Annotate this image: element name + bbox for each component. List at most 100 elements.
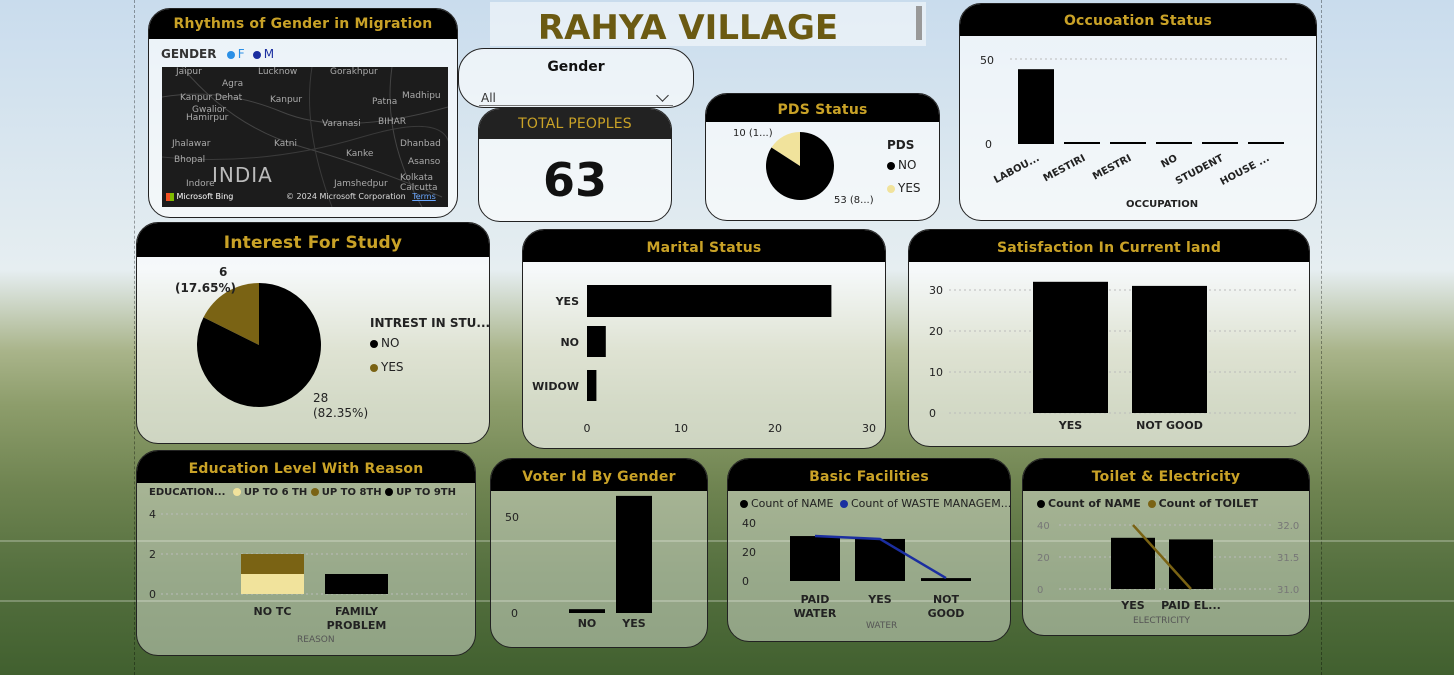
map-place-label: Hamirpur: [186, 113, 229, 123]
x-tick-label: 0: [584, 422, 591, 435]
toilet-combo-chart[interactable]: 40 20 0 32.0 31.5 31.0 YES PAID EL...: [1023, 459, 1310, 636]
x-tick-label: 30: [862, 422, 876, 435]
pds-legend-no: NO: [887, 158, 916, 172]
occupation-status-card: Occuoation Status LABOU... MESTIRI MESTRI N…: [959, 3, 1317, 221]
x-tick-label: MESTRI: [1091, 153, 1133, 183]
y2-tick-label: 31.5: [1277, 553, 1299, 564]
map-place-label: Jamshedpur: [334, 179, 388, 189]
y-tick-label: 20: [929, 325, 943, 338]
card-title: Rhythms of Gender in Migration: [149, 9, 457, 39]
x-axis-title: REASON: [297, 635, 335, 645]
education-bar-segment: [325, 574, 388, 594]
occupation-bar: [1064, 142, 1100, 144]
education-stacked-bar-chart[interactable]: 4 2 0 NO TC FAMILYPROBLEM: [137, 451, 476, 656]
legend-dot: [370, 363, 378, 372]
x-tick-label: NO: [578, 617, 597, 630]
map-legend: GENDER F M: [161, 47, 274, 61]
voter-id-card: Voter Id By Gender 50 0 NO YES: [490, 458, 708, 648]
occupation-bar-chart[interactable]: LABOU... MESTIRI MESTRI NOSTUDENTHOUSE ...: [960, 4, 1317, 221]
x-tick-label: PAID EL...: [1161, 599, 1221, 612]
legend-label: NO: [381, 336, 400, 350]
y-category-label: YES: [555, 295, 579, 308]
map-place-label: Lucknow: [258, 67, 298, 77]
y-tick-label: 20: [742, 546, 756, 559]
map-place-label: Gorakhpur: [330, 67, 378, 77]
x-tick-label: 20: [768, 422, 782, 435]
x-axis-title: ELECTRICITY: [1133, 616, 1191, 626]
legend-no: NO: [370, 336, 399, 350]
x-tick-label: MESTIRI: [1042, 153, 1088, 184]
pds-legend-yes: YES: [887, 181, 921, 195]
marital-bar: [587, 370, 597, 401]
x-tick-label: FAMILY: [335, 605, 379, 618]
facilities-bar: [790, 536, 840, 581]
occupation-bar: [1248, 142, 1284, 144]
x-tick-label: NOT: [933, 593, 960, 606]
y-tick-label: 40: [1037, 521, 1050, 532]
legend-dot: [370, 339, 378, 348]
education-bar-segment: [241, 574, 304, 594]
slicer-value[interactable]: All: [481, 91, 496, 105]
legend-label-f: F: [237, 47, 245, 61]
occupation-bar: [1156, 142, 1192, 144]
y-tick-label: 4: [149, 508, 156, 521]
map-place-label: Bhopal: [174, 155, 206, 165]
map-place-label: Dhanbad: [400, 139, 441, 149]
basic-facilities-card: Basic Facilities Count of NAME Count of …: [727, 458, 1011, 642]
y-tick-label: 0: [149, 588, 156, 601]
y-tick: 0: [985, 138, 992, 151]
pds-status-card: PDS Status 10 (1...) 53 (8...) PDS NO YE…: [705, 93, 940, 221]
interest-for-study-card: Interest For Study 6 (17.65%) 28 (82.35%…: [136, 222, 490, 444]
terms-link[interactable]: Terms: [412, 192, 436, 201]
card-title: TOTAL PEOPLES: [479, 109, 671, 139]
x-axis-title: WATER: [866, 621, 898, 631]
map-place-label: Kolkata: [400, 173, 434, 183]
marital-bar-chart[interactable]: 0 10 20 30 YES NO WIDOW: [523, 230, 886, 449]
satisfaction-card: Satisfaction In Current land 30 20 10 0 YES N…: [908, 229, 1310, 447]
map-place-label: Kanpur: [270, 95, 303, 105]
microsoft-logo-icon: [166, 192, 174, 201]
map-place-label: Kanke: [346, 149, 374, 159]
chevron-down-icon[interactable]: [656, 89, 669, 102]
legend-dot: [887, 161, 895, 170]
map-place-label: Patna: [372, 97, 398, 107]
total-value: 63: [542, 153, 607, 207]
y-tick-label: 40: [742, 517, 756, 530]
scroll-handle[interactable]: [916, 6, 922, 40]
occupation-bar: [1202, 142, 1238, 144]
satisfaction-bar: [1033, 281, 1108, 413]
map-attribution: © 2024 Microsoft Corporation Terms: [286, 192, 436, 201]
bing-text: Microsoft Bing: [176, 192, 234, 201]
satisfaction-bar-chart[interactable]: 30 20 10 0 YES NOT GOOD: [909, 230, 1310, 447]
interest-pie-chart[interactable]: [197, 283, 323, 409]
map-view[interactable]: Jaipur Lucknow Gorakhpur Agra Kanpur Dehat Ka…: [162, 67, 448, 207]
legend-dot-f: [226, 50, 235, 59]
facilities-combo-chart[interactable]: 40200PAIDWATERYES NOTGOOD: [728, 459, 1011, 642]
toilet-electricity-card: Toilet & Electricity Count of NAME Count…: [1022, 458, 1310, 636]
gender-slicer[interactable]: Gender All: [458, 48, 694, 108]
x-tick-label: LABOU...: [992, 153, 1041, 186]
map-place-label: Kanpur Dehat: [180, 93, 243, 103]
x-tick-label: NOT GOOD: [1136, 419, 1203, 432]
legend-label: YES: [898, 181, 921, 195]
y-tick-label: 50: [505, 511, 519, 524]
pds-legend-title: PDS: [887, 138, 915, 152]
yes-value: 6: [219, 265, 228, 279]
x-tick-label: YES: [1058, 419, 1082, 432]
y-tick-label: 10: [929, 366, 943, 379]
y-category-label: NO: [560, 336, 579, 349]
legend-label: NO: [898, 158, 917, 172]
voter-bar-chart[interactable]: 50 0 NO YES: [491, 459, 708, 648]
y-tick-label: 30: [929, 284, 943, 297]
attribution-text: © 2024 Microsoft Corporation: [286, 192, 406, 201]
legend-title: GENDER: [161, 47, 217, 61]
legend-title: INTREST IN STU...: [370, 316, 490, 330]
slicer-title: Gender: [547, 59, 605, 75]
map-place-label: Madhipu: [402, 91, 441, 101]
gender-migration-map-card: Rhythms of Gender in Migration GENDER F …: [148, 8, 458, 218]
legend-label: YES: [381, 360, 404, 374]
map-place-label: INDIA: [212, 163, 273, 187]
no-value: 28: [313, 391, 329, 405]
slicer-underline: [479, 105, 673, 106]
y-category-label: WIDOW: [532, 380, 579, 393]
